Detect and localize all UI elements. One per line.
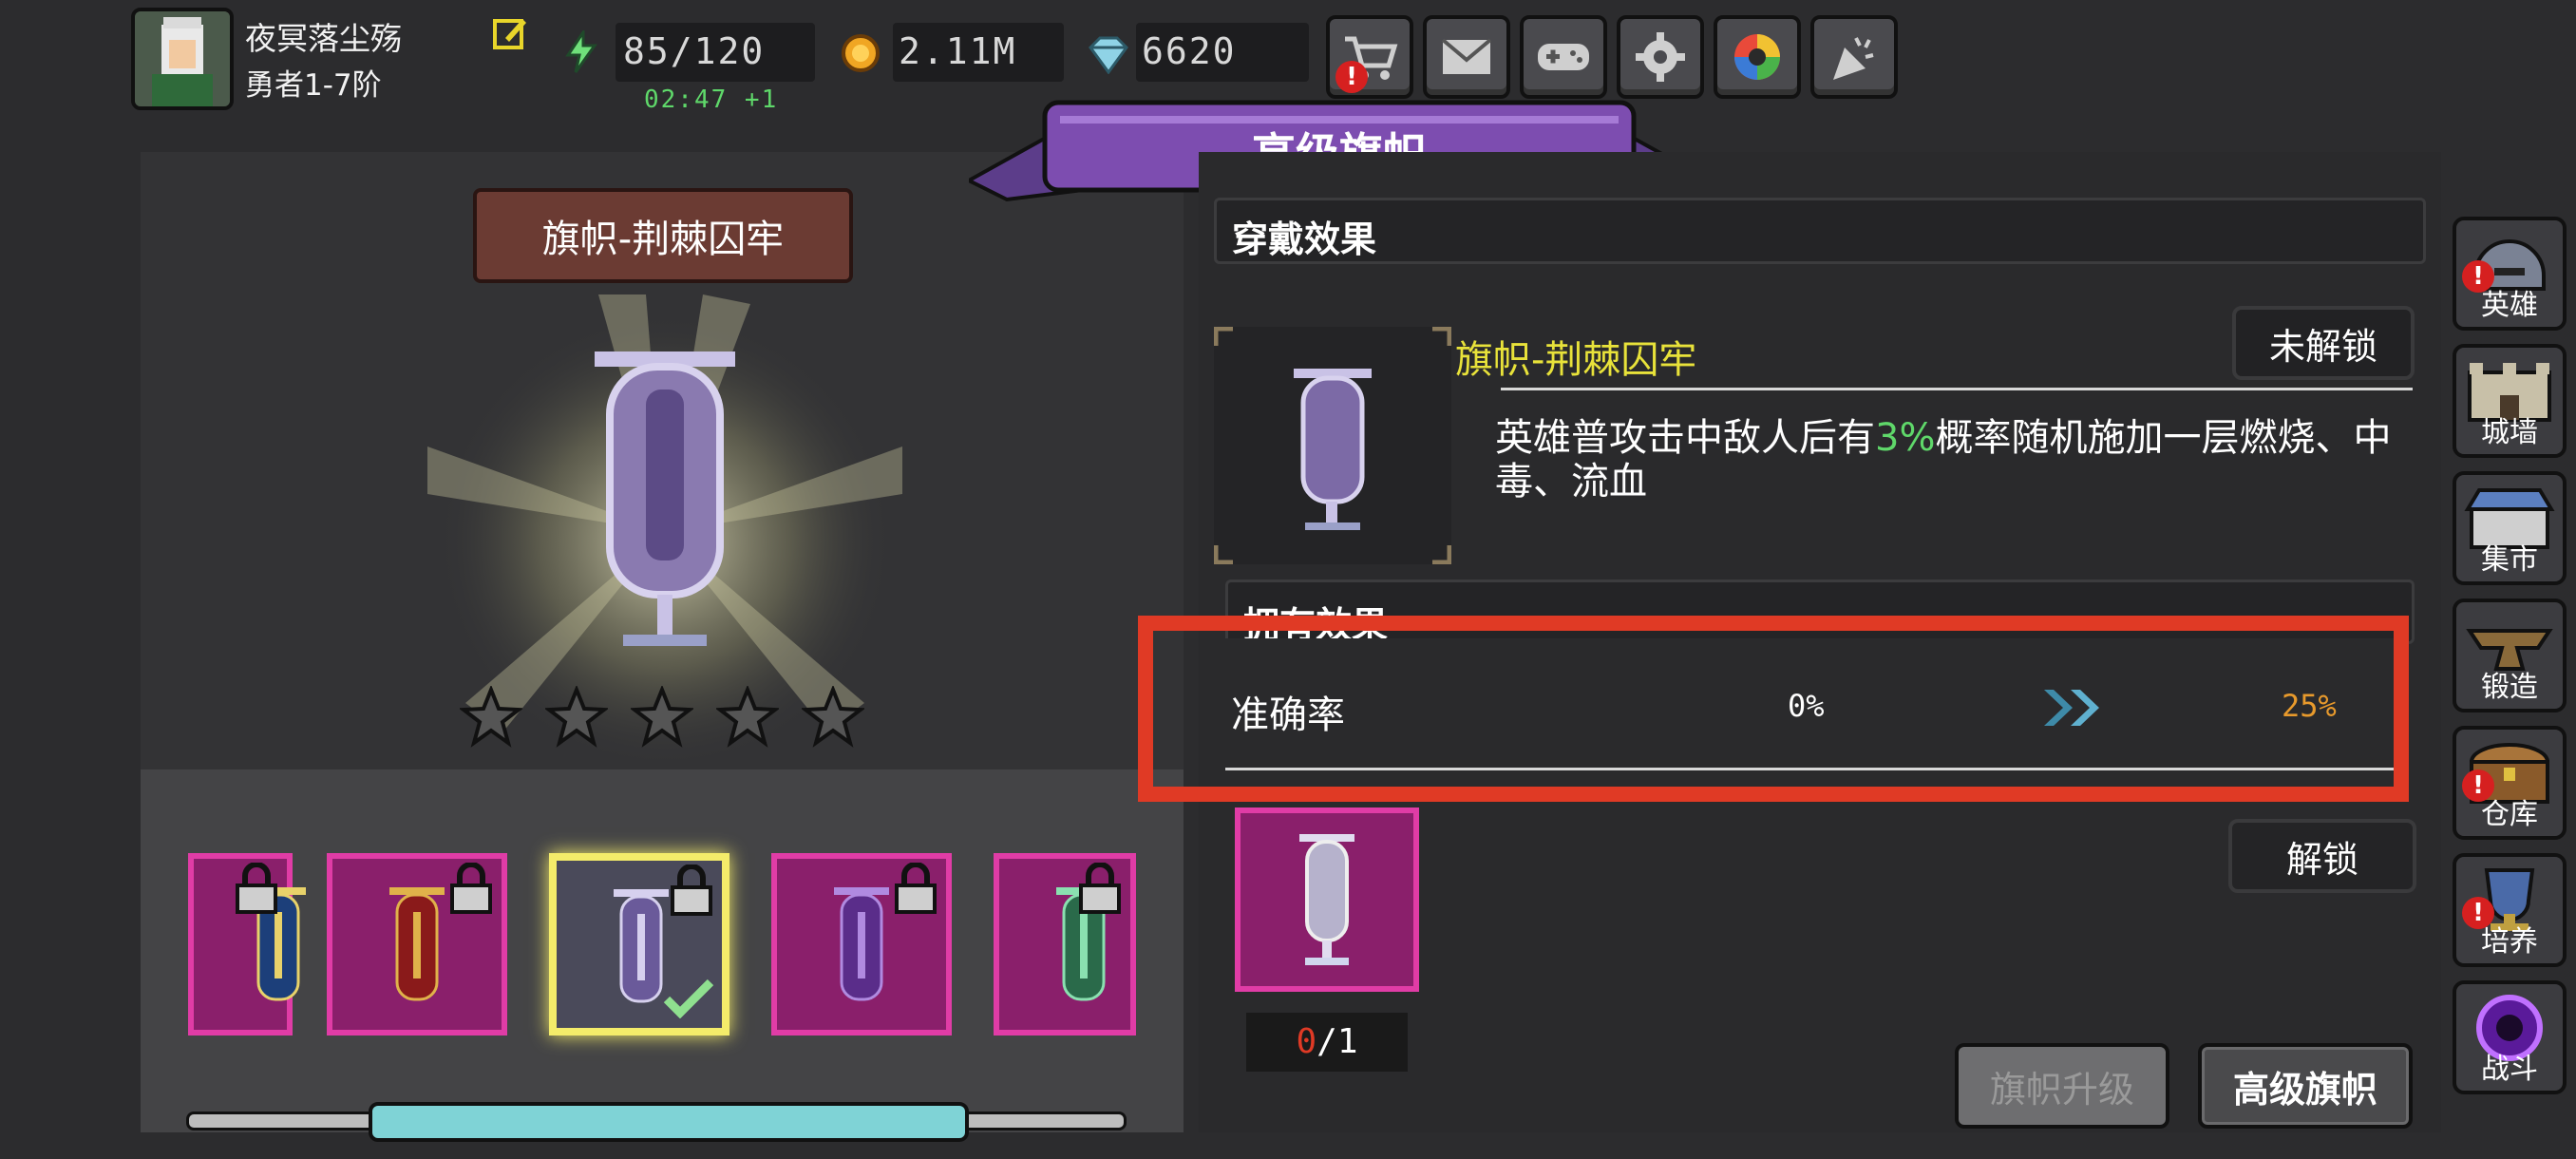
sidebar-item[interactable]: 战斗 — [2453, 980, 2567, 1094]
gamepad-button[interactable] — [1520, 15, 1607, 99]
desc-text-pre: 英雄普攻击中敌人后有 — [1495, 416, 1875, 460]
divider — [1501, 388, 2413, 390]
owned-banner-slot[interactable] — [1235, 808, 1419, 992]
locked-status-label: 未解锁 — [2268, 325, 2377, 368]
wear-effect-description: 英雄普攻击中敌人后有3%概率随机施加一层燃烧、中毒、流血 — [1495, 416, 2416, 504]
banner-item-icon — [1299, 834, 1354, 965]
star-icon — [800, 684, 866, 749]
lock-icon — [1073, 862, 1127, 916]
wear-effect-header: 穿戴效果 — [1214, 198, 2426, 264]
alert-icon: ! — [2462, 260, 2494, 293]
banner-slot[interactable] — [549, 853, 729, 1036]
sidebar-item-label: 战斗 — [2481, 1053, 2538, 1086]
check-icon — [663, 977, 714, 1022]
star-icon — [543, 684, 610, 749]
banner-upgrade-label: 旗帜升级 — [1989, 1068, 2134, 1111]
sidebar-item[interactable]: 培养! — [2453, 853, 2567, 967]
player-avatar[interactable] — [131, 8, 234, 110]
banner-slot[interactable] — [188, 853, 306, 1036]
owned-count-need: /1 — [1316, 1022, 1358, 1061]
banner-name: 旗帜-荆棘囚牢 — [541, 218, 785, 261]
owned-count: 0/1 — [1246, 1013, 1408, 1072]
banner-name-plaque: 旗帜-荆棘囚牢 — [473, 188, 853, 283]
alert-icon: ! — [2462, 897, 2494, 929]
lock-icon — [230, 862, 283, 916]
banner-slot[interactable] — [327, 853, 507, 1036]
star-icon — [629, 684, 695, 749]
mail-icon — [1441, 38, 1492, 74]
sidebar-item-label: 锻造 — [2481, 671, 2538, 704]
energy-value: 85/120 — [623, 30, 766, 72]
gear-icon — [1636, 32, 1685, 82]
gem-box: 6620 — [1136, 23, 1309, 82]
star-icon — [458, 684, 524, 749]
sidebar-item-label: 集市 — [2481, 543, 2538, 577]
energy-icon — [562, 28, 600, 74]
events-button[interactable] — [1810, 15, 1898, 99]
unlock-button[interactable]: 解锁 — [2228, 819, 2416, 893]
settings-button[interactable] — [1617, 15, 1704, 99]
sidebar-item[interactable]: 锻造 — [2453, 598, 2567, 712]
sidebar-item[interactable]: 仓库! — [2453, 726, 2567, 840]
banner-upgrade-button[interactable]: 旗帜升级 — [1955, 1043, 2169, 1129]
advanced-banner-button[interactable]: 高级旗帜 — [2198, 1043, 2413, 1129]
avatar-portrait-icon — [135, 11, 230, 106]
desc-percent: 3% — [1875, 416, 1936, 460]
unlock-label: 解锁 — [2285, 838, 2358, 881]
diamond-icon — [1087, 36, 1130, 75]
gem-value: 6620 — [1142, 30, 1237, 72]
mail-button[interactable] — [1423, 15, 1510, 99]
sidebar-item[interactable]: 英雄! — [2453, 217, 2567, 331]
player-name: 夜冥落尘殇 — [245, 20, 402, 57]
locked-status-badge: 未解锁 — [2232, 306, 2415, 380]
album-button[interactable] — [1714, 15, 1801, 99]
lock-icon — [445, 862, 498, 916]
energy-timer: 02:47 +1 — [644, 86, 779, 114]
sidebar-item[interactable]: 城墙 — [2453, 344, 2567, 458]
slot-scroll-thumb[interactable] — [369, 1102, 969, 1142]
banner-slot[interactable] — [994, 853, 1136, 1036]
lock-icon — [889, 862, 942, 916]
wear-item-name: 旗帜-荆棘囚牢 — [1455, 338, 1697, 382]
wear-effect-label: 穿戴效果 — [1232, 218, 1377, 260]
star-icon — [714, 684, 781, 749]
owned-count-have: 0 — [1296, 1022, 1317, 1061]
player-rank: 勇者1-7阶 — [245, 68, 382, 103]
shop-alert-icon: ! — [1335, 61, 1368, 93]
gold-box: 2.11M — [893, 23, 1064, 82]
sidebar-item-label: 城墙 — [2481, 416, 2538, 449]
gamepad-icon — [1538, 44, 1589, 70]
banner-item-icon — [1213, 326, 1452, 565]
lock-icon — [665, 864, 718, 918]
sidebar-item[interactable]: 集市 — [2453, 471, 2567, 585]
party-popper-icon — [1833, 37, 1874, 80]
edit-icon[interactable] — [492, 15, 528, 51]
gold-value: 2.11M — [899, 30, 1017, 72]
alert-icon: ! — [2462, 770, 2494, 802]
shop-button[interactable]: ! — [1326, 15, 1413, 99]
wear-item-frame — [1213, 326, 1452, 565]
highlight-box — [1138, 616, 2409, 802]
gold-coin-icon — [840, 32, 881, 74]
banner-slot[interactable] — [771, 853, 952, 1036]
energy-box: 85/120 — [616, 23, 815, 82]
advanced-banner-label: 高级旗帜 — [2232, 1068, 2377, 1111]
camera-shutter-icon — [1734, 34, 1780, 80]
